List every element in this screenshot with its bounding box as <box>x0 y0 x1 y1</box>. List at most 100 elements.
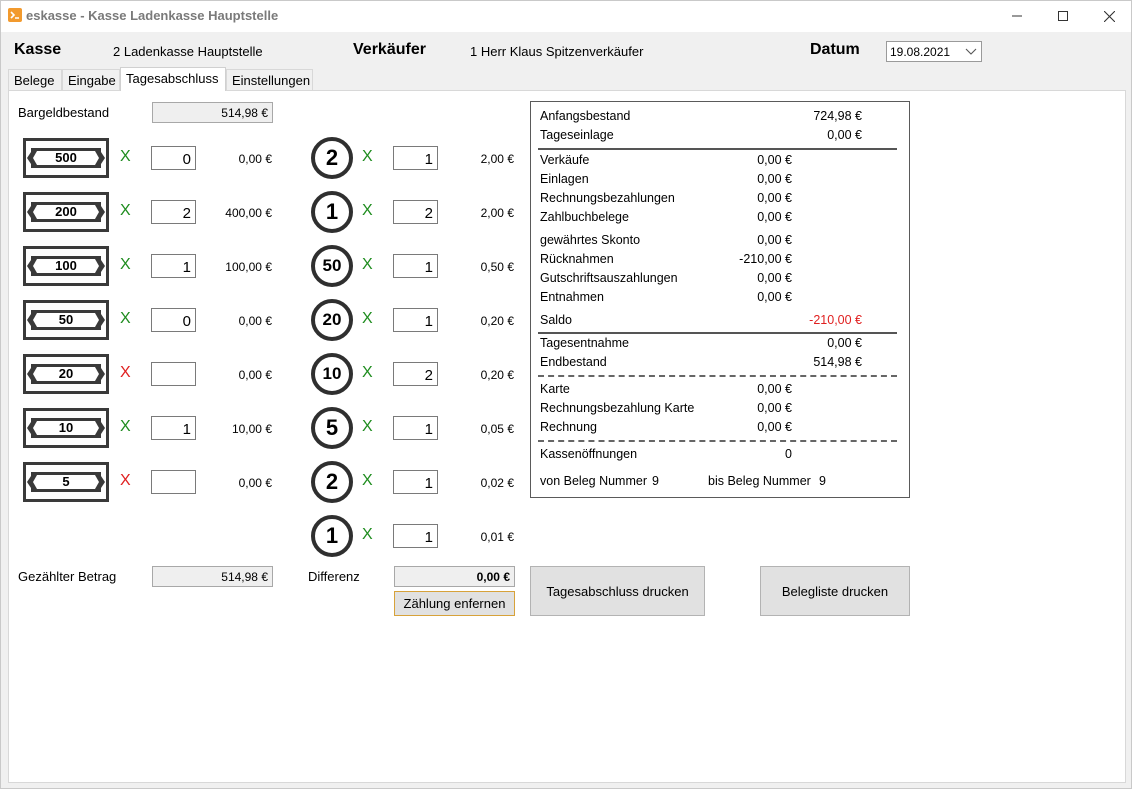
tab-einstellungen[interactable]: Einstellungen <box>226 69 313 90</box>
summary-value-tagesentnahme: 0,00 € <box>827 336 862 350</box>
multiply-sign: X <box>362 526 373 543</box>
date-picker[interactable]: 19.08.2021 <box>886 41 982 62</box>
summary-value-karte: 0,00 € <box>757 382 792 396</box>
minimize-button[interactable] <box>994 0 1040 32</box>
coin-denomination: 50 <box>322 256 342 275</box>
summary-value-skonto: 0,00 € <box>757 233 792 247</box>
summary-label-entnahmen: Entnahmen <box>540 290 604 304</box>
kasse-value: 2 Ladenkasse Hauptstelle <box>113 44 263 59</box>
coin-count-input[interactable]: 1 <box>393 308 438 332</box>
tab-belege[interactable]: Belege <box>8 69 62 90</box>
banknote-count-input[interactable]: 1 <box>151 416 196 440</box>
summary-label-endbestand: Endbestand <box>540 355 607 369</box>
multiply-sign: X <box>120 256 131 273</box>
tab-eingabe[interactable]: Eingabe <box>62 69 120 90</box>
coin-count-input[interactable]: 1 <box>393 470 438 494</box>
bargeld-label: Bargeldbestand <box>18 105 110 120</box>
banknote-count-input[interactable]: 1 <box>151 254 196 278</box>
coin-count-input[interactable]: 1 <box>393 146 438 170</box>
coin-denomination: 2 <box>325 145 339 170</box>
coin-denomination: 2 <box>325 469 339 494</box>
banknote-count-input[interactable] <box>151 470 196 494</box>
banknote-sum: 0,00 € <box>238 314 272 328</box>
app-icon <box>8 8 22 22</box>
summary-label-tageseinlage: Tageseinlage <box>540 128 614 142</box>
banknote-denomination: 5 <box>62 474 70 489</box>
coin-count-input[interactable]: 1 <box>393 416 438 440</box>
banknote-sum: 0,00 € <box>238 368 272 382</box>
coin-sum: 2,00 € <box>480 206 514 220</box>
summary-value-rechnungsbezahlungen: 0,00 € <box>757 191 792 205</box>
bargeld-field: 514,98 € <box>152 102 273 123</box>
banknote-count-input[interactable]: 2 <box>151 200 196 224</box>
maximize-button[interactable] <box>1040 0 1086 32</box>
close-icon <box>1103 10 1115 22</box>
coin-denomination: 5 <box>325 415 339 440</box>
coin-denomination: 1 <box>325 199 339 224</box>
banknote-count-input[interactable]: 0 <box>151 308 196 332</box>
gezaehlt-label: Gezählter Betrag <box>18 569 117 584</box>
multiply-sign: X <box>362 418 373 435</box>
summary-separator <box>538 148 897 150</box>
summary-value-entnahmen: 0,00 € <box>757 290 792 304</box>
multiply-sign: X <box>120 148 131 165</box>
banknote-denomination: 10 <box>58 420 74 435</box>
coin-sum: 0,20 € <box>480 314 514 328</box>
summary-label-rechnung: Rechnung <box>540 420 597 434</box>
banknote-count-input[interactable] <box>151 362 196 386</box>
minimize-icon <box>1012 15 1022 17</box>
multiply-sign: X <box>362 310 373 327</box>
summary-value-tageseinlage: 0,00 € <box>827 128 862 142</box>
chevron-down-icon <box>965 48 977 55</box>
coin-denomination: 10 <box>322 364 342 383</box>
verkaeufer-value: 1 Herr Klaus Spitzenverkäufer <box>470 44 644 59</box>
coin-denomination: 1 <box>325 523 339 548</box>
tab-tagesabschluss[interactable]: Tagesabschluss <box>120 67 226 91</box>
summary-label-rechnungsbezahlung_karte: Rechnungsbezahlung Karte <box>540 401 695 415</box>
print-receipts-button[interactable]: Belegliste drucken <box>760 566 910 616</box>
gezaehlt-field: 514,98 € <box>152 566 273 587</box>
differenz-label: Differenz <box>308 569 360 584</box>
banknote-sum: 0,00 € <box>238 152 272 166</box>
banknote-sum: 0,00 € <box>238 476 272 490</box>
coin-count-input[interactable]: 1 <box>393 524 438 548</box>
coin-count-input[interactable]: 2 <box>393 200 438 224</box>
summary-value-endbestand: 514,98 € <box>813 355 862 369</box>
print-closing-button[interactable]: Tagesabschluss drucken <box>530 566 705 616</box>
banknote-sum: 400,00 € <box>225 206 272 220</box>
summary-separator <box>538 440 897 442</box>
banknote-denomination: 100 <box>55 258 77 273</box>
banknote-denomination: 200 <box>55 204 77 219</box>
summary-value-von_beleg: 9 <box>652 474 659 488</box>
verkaeufer-label: Verkäufer <box>353 41 426 58</box>
close-button[interactable] <box>1086 0 1132 32</box>
datum-label: Datum <box>810 41 860 58</box>
multiply-sign: X <box>120 472 131 489</box>
summary-label-ruecknahmen: Rücknahmen <box>540 252 614 266</box>
summary-value-bis_beleg: 9 <box>819 474 826 488</box>
summary-label-saldo: Saldo <box>540 313 572 327</box>
coin-sum: 0,50 € <box>480 260 514 274</box>
summary-label-kassenoeffnungen: Kassenöffnungen <box>540 447 638 461</box>
summary-value-gutschriften: 0,00 € <box>757 271 792 285</box>
coin-sum: 0,02 € <box>480 476 514 490</box>
banknote-denomination: 500 <box>55 150 77 165</box>
remove-count-button[interactable]: Zählung enfernen <box>394 591 515 616</box>
banknote-sum: 100,00 € <box>225 260 272 274</box>
multiply-sign: X <box>120 418 131 435</box>
coin-denomination: 20 <box>322 310 342 329</box>
summary-separator <box>538 332 897 334</box>
coin-sum: 0,20 € <box>480 368 514 382</box>
multiply-sign: X <box>120 202 131 219</box>
coin-count-input[interactable]: 2 <box>393 362 438 386</box>
summary-label-gutschriften: Gutschriftsauszahlungen <box>540 271 678 285</box>
summary-label-von_beleg: von Beleg Nummer <box>540 474 647 488</box>
coin-count-input[interactable]: 1 <box>393 254 438 278</box>
window-title: eskasse - Kasse Ladenkasse Hauptstelle <box>26 8 279 23</box>
multiply-sign: X <box>362 364 373 381</box>
coin-sum: 0,05 € <box>480 422 514 436</box>
summary-label-anfangsbestand: Anfangsbestand <box>540 109 631 123</box>
summary-value-rechnungsbezahlung_karte: 0,00 € <box>757 401 792 415</box>
summary-label-rechnungsbezahlungen: Rechnungsbezahlungen <box>540 191 675 205</box>
banknote-count-input[interactable]: 0 <box>151 146 196 170</box>
